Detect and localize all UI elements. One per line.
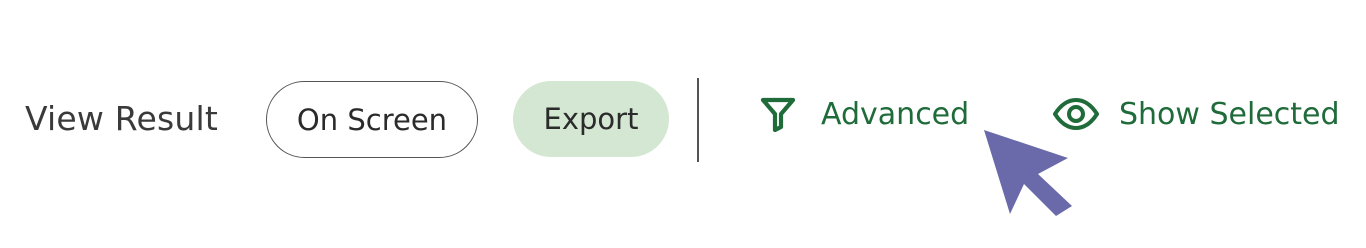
export-button[interactable]: Export — [513, 81, 669, 157]
advanced-label: Advanced — [821, 96, 970, 132]
toolbar-divider — [697, 78, 699, 162]
result-toolbar: View Result On Screen Export Advanced Sh… — [0, 0, 1366, 248]
on-screen-button[interactable]: On Screen — [266, 81, 478, 158]
mouse-pointer-icon — [978, 126, 1074, 218]
on-screen-button-label: On Screen — [296, 102, 448, 137]
advanced-filter-button[interactable]: Advanced — [760, 92, 969, 136]
eye-icon — [1053, 98, 1099, 130]
view-result-label: View Result — [25, 99, 218, 138]
show-selected-label: Show Selected — [1119, 96, 1340, 132]
filter-icon — [760, 96, 796, 132]
show-selected-button[interactable]: Show Selected — [1053, 92, 1340, 136]
export-button-label: Export — [543, 102, 639, 136]
